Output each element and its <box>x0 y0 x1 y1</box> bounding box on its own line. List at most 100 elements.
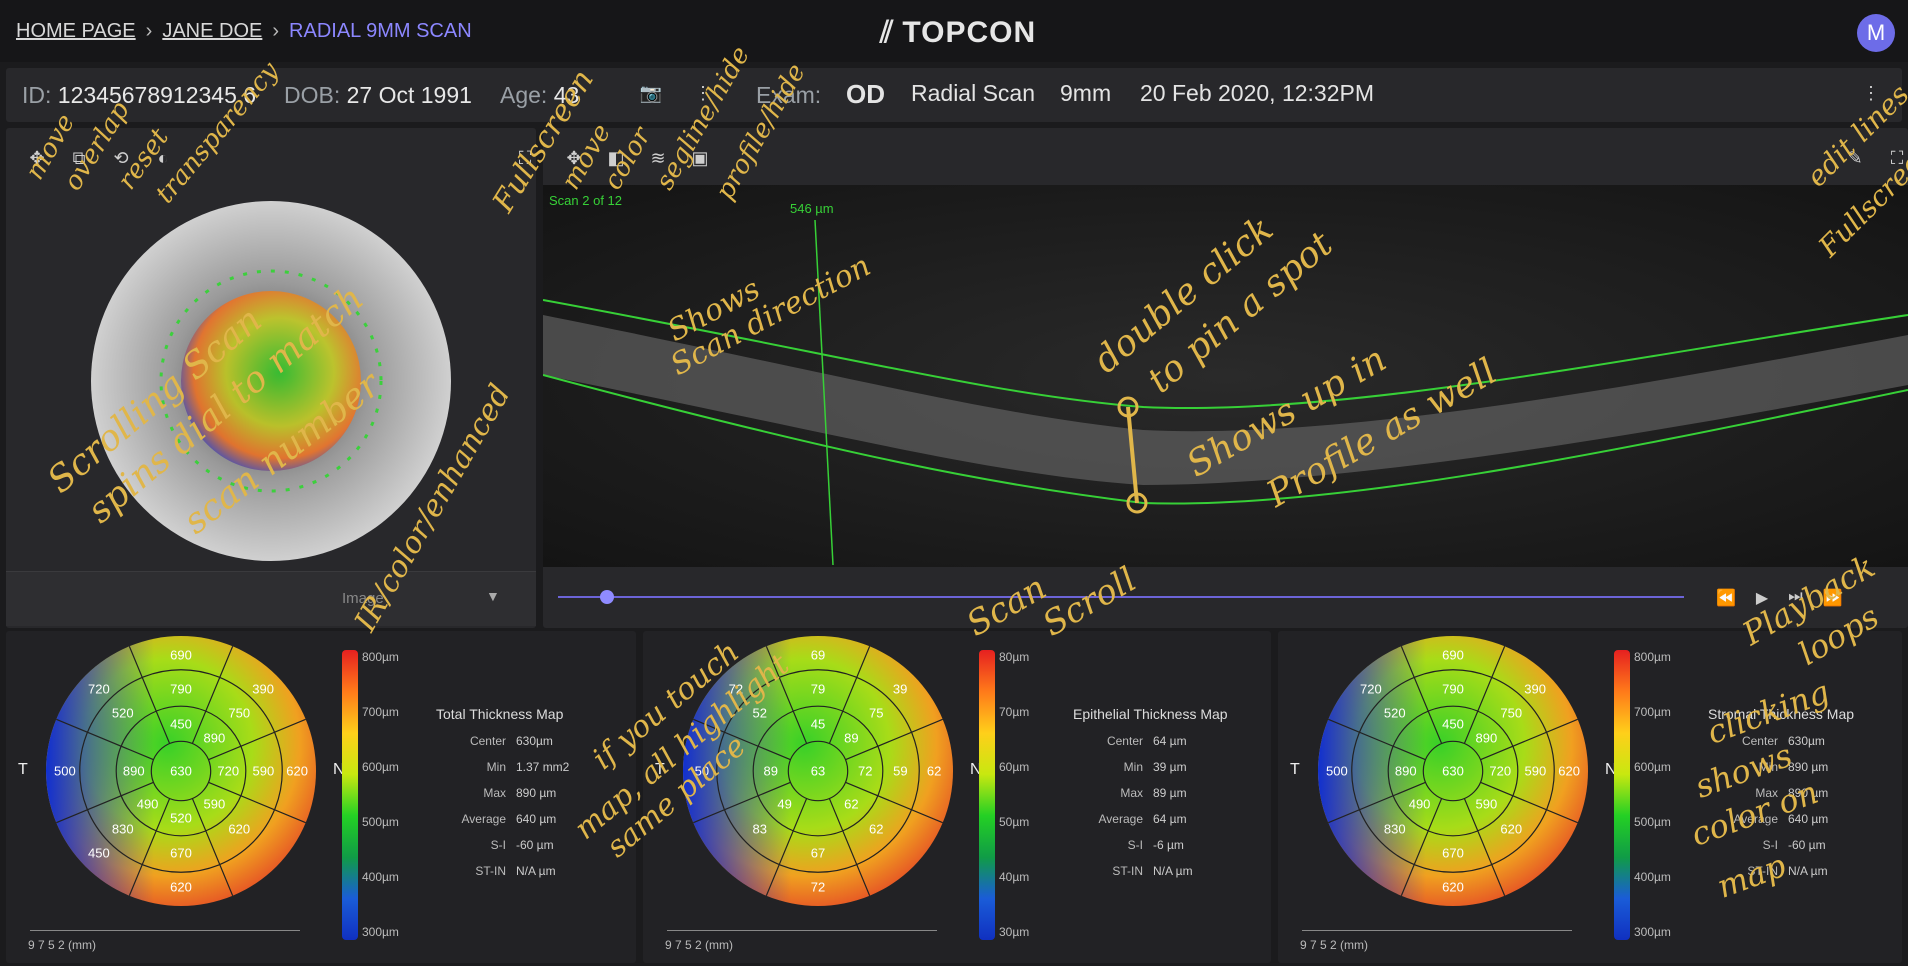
scale-label: 600µm <box>1634 760 1671 774</box>
stat-row-min: Min 39 µm <box>1073 760 1228 774</box>
map-value: 890 <box>1394 763 1417 779</box>
map-value: 39 <box>892 681 908 697</box>
map-value: 89 <box>844 730 859 746</box>
stat-value: 1.37 mm2 <box>516 760 570 774</box>
rewind-icon[interactable]: ⏪ <box>1716 588 1736 608</box>
scale-label: 50µm <box>999 815 1030 829</box>
exam-size: 9mm <box>1060 80 1112 106</box>
map-value: 690 <box>1442 647 1464 663</box>
patient-dob: DOB: 27 Oct 1991 <box>284 82 472 108</box>
stat-value: -6 µm <box>1153 838 1184 852</box>
map-value: 620 <box>228 821 251 837</box>
stat-row-stin: ST-IN N/A µm <box>1073 864 1228 878</box>
map-value: 790 <box>1442 681 1464 697</box>
color-scale[interactable] <box>342 650 358 940</box>
stat-label: Center <box>469 734 506 748</box>
stat-row-max: Max 89 µm <box>1073 786 1228 800</box>
map-value: 520 <box>111 705 134 721</box>
map-value: 450 <box>88 845 110 861</box>
breadcrumb-separator: › <box>272 20 280 42</box>
map-value: 830 <box>1383 821 1406 837</box>
scan-scroll-thumb[interactable] <box>600 590 614 604</box>
scale-label: 800µm <box>1634 650 1671 664</box>
stat-label: Max <box>1120 786 1143 800</box>
map-value: 670 <box>1442 845 1464 861</box>
map-value: 590 <box>1524 763 1547 779</box>
scale-label: 400µm <box>1634 870 1671 884</box>
stat-label: S-I <box>490 838 506 852</box>
stat-value: 640 µm <box>516 812 557 826</box>
exam-eye: OD <box>846 79 885 109</box>
scale-label: 400µm <box>362 870 399 884</box>
stat-row-min: Min 1.37 mm2 <box>436 760 570 774</box>
stat-value: -60 µm <box>1788 838 1826 852</box>
thickness-stats: Epithelial Thickness Map Center 64 µm Min 39… <box>1073 706 1228 878</box>
user-avatar[interactable]: M <box>1857 14 1895 52</box>
map-value: 79 <box>810 681 826 697</box>
map-value: 630 <box>170 763 192 779</box>
stat-label: ST-IN <box>475 864 506 878</box>
map-value: 750 <box>1500 705 1523 721</box>
exam-type: Radial Scan <box>911 80 1036 106</box>
chevron-down-icon: ▼ <box>486 588 500 604</box>
map-value: 620 <box>286 763 308 779</box>
image-mode-select[interactable]: Image ▼ <box>6 571 536 626</box>
mm-axis: 9 7 5 2 (mm) <box>1300 938 1369 952</box>
mm-axis: 9 7 5 2 (mm) <box>665 938 734 952</box>
map-value: 720 <box>1360 681 1382 697</box>
map-value: 500 <box>1326 763 1348 779</box>
breadcrumb-patient-link[interactable]: JANE DOE <box>162 20 262 43</box>
breadcrumb-separator: › <box>145 20 153 42</box>
breadcrumb-current: RADIAL 9MM SCAN <box>289 20 472 42</box>
map-value: 83 <box>752 821 767 837</box>
scale-label: 700µm <box>1634 705 1671 719</box>
logo-icon: ⫽ <box>880 16 895 49</box>
stat-value: 890 µm <box>516 786 557 800</box>
map-value: 89 <box>763 763 778 779</box>
mm-axis-line <box>1302 930 1572 931</box>
map-value: 59 <box>893 763 908 779</box>
scale-label: 60µm <box>999 760 1030 774</box>
scale-label: 80µm <box>999 650 1030 664</box>
map-value: 67 <box>810 845 826 861</box>
stat-value: 89 µm <box>1153 786 1187 800</box>
color-scale[interactable] <box>1614 650 1630 940</box>
stat-value: 39 µm <box>1153 760 1187 774</box>
stat-value: 630µm <box>516 734 553 748</box>
stat-label: Min <box>486 760 506 774</box>
stat-value: N/A µm <box>516 864 556 878</box>
brand-name: TOPCON <box>902 16 1037 49</box>
color-scale[interactable] <box>979 650 995 940</box>
map-value: 670 <box>170 845 192 861</box>
map-value: 890 <box>203 730 226 746</box>
stat-value: 64 µm <box>1153 812 1187 826</box>
stat-row-average: Average 64 µm <box>1073 812 1228 826</box>
stat-label: Average <box>1098 812 1143 826</box>
camera-icon[interactable]: 📷 <box>640 82 662 104</box>
stat-row-si: S-I -60 µm <box>436 838 569 852</box>
stat-row-si: S-I -6 µm <box>1073 838 1228 852</box>
stat-label: Average <box>461 812 506 826</box>
map-value: 720 <box>217 763 240 779</box>
stat-value: 630µm <box>1788 734 1825 748</box>
map-value: 690 <box>170 647 192 663</box>
mm-axis-line <box>667 930 937 931</box>
map-value: 45 <box>810 716 826 732</box>
stat-row-center: Center 64 µm <box>1073 734 1228 748</box>
scale-label: 70µm <box>999 705 1030 719</box>
map-value: 590 <box>1475 796 1498 812</box>
scale-label: 40µm <box>999 870 1030 884</box>
map-value: 490 <box>136 796 159 812</box>
map-value: 890 <box>122 763 145 779</box>
map-value: 790 <box>170 681 192 697</box>
stat-value: -60 µm <box>516 838 554 852</box>
map-value: 620 <box>1442 879 1464 895</box>
breadcrumb-home-link[interactable]: HOME PAGE <box>16 20 136 43</box>
map-value: 620 <box>170 879 192 895</box>
map-value: 720 <box>88 681 110 697</box>
map-value: 62 <box>868 821 884 837</box>
stat-value: N/A µm <box>1788 864 1828 878</box>
map-title: Total Thickness Map <box>436 706 564 722</box>
stat-value: N/A µm <box>1153 864 1193 878</box>
map-value: 75 <box>868 705 884 721</box>
